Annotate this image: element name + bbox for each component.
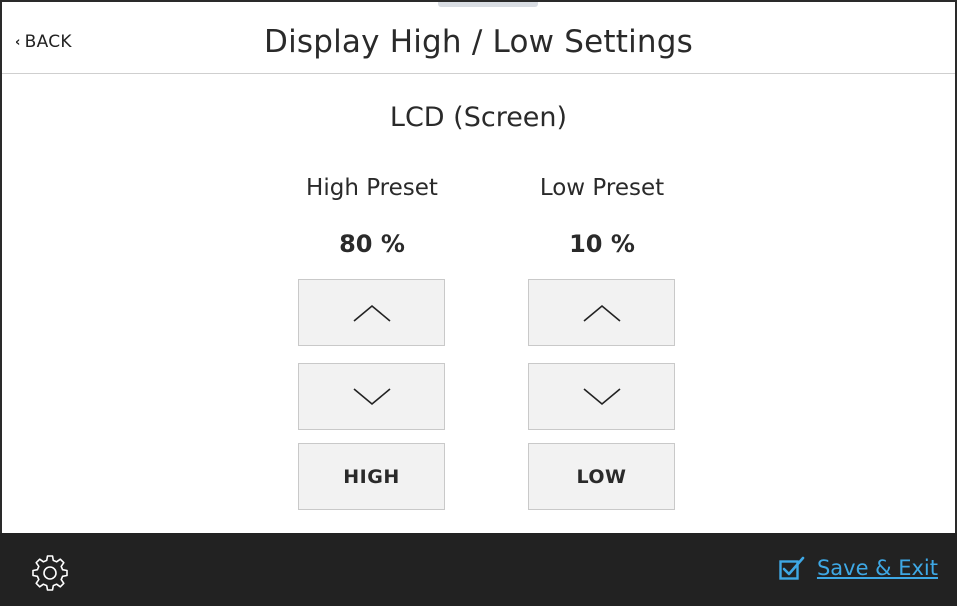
chevron-up-icon (582, 304, 621, 322)
low-preset-label: Low Preset (539, 175, 665, 201)
page-title: Display High / Low Settings (264, 24, 693, 60)
set-high-button[interactable]: HIGH (298, 443, 445, 510)
low-decrease-button[interactable] (528, 363, 675, 430)
high-decrease-button[interactable] (298, 363, 445, 430)
high-preset-label: High Preset (306, 175, 438, 201)
settings-button[interactable] (31, 553, 69, 591)
low-increase-button[interactable] (528, 279, 675, 346)
section-title: LCD (Screen) (389, 102, 568, 133)
chevron-up-icon (352, 304, 391, 322)
high-preset-value: 80 % (339, 230, 405, 258)
header: ‹ BACK Display High / Low Settings (2, 2, 955, 74)
low-preset-column: Low Preset 10 % LOW (528, 170, 676, 510)
chevron-down-icon (582, 387, 621, 405)
footer-bar: Save & Exit (0, 533, 957, 606)
checkbox-checked-icon (779, 556, 805, 580)
high-preset-column: High Preset 80 % HIGH (298, 170, 446, 510)
set-low-button[interactable]: LOW (528, 443, 675, 510)
gear-icon (32, 555, 68, 591)
high-increase-button[interactable] (298, 279, 445, 346)
chevron-down-icon (352, 387, 391, 405)
low-preset-value: 10 % (569, 230, 635, 258)
save-and-exit-label: Save & Exit (816, 556, 938, 580)
save-and-exit-button[interactable]: Save & Exit (779, 556, 938, 580)
app-frame (0, 0, 957, 606)
